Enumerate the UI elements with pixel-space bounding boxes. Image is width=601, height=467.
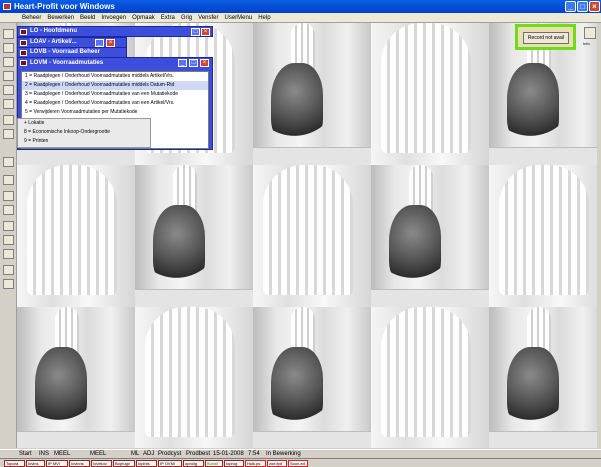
menu-opmaak[interactable]: Opmaak	[132, 15, 155, 21]
title-bar[interactable]: Heart-Profit voor Windows _ □ ×	[0, 0, 601, 13]
mdi-window-hoofdmenu[interactable]: LO - Hoofdmenu □ ×	[17, 26, 213, 37]
menu-grig[interactable]: Grig	[181, 15, 192, 21]
window-icon	[20, 40, 27, 46]
paste-icon[interactable]	[3, 249, 14, 259]
mdi-window-title: LOAV - Artikel/...	[30, 39, 77, 45]
cut-icon[interactable]	[3, 221, 14, 231]
maximize-button[interactable]: □	[189, 59, 198, 67]
image-icon[interactable]	[3, 279, 14, 289]
copy-icon[interactable]	[3, 235, 14, 245]
hoofdmenu-options: + Lokatie 8 = Economische Inkoop-Ondergr…	[17, 118, 151, 148]
task-item[interactable]: IP MVI	[46, 460, 68, 467]
maximize-button[interactable]: □	[191, 28, 200, 36]
list-icon[interactable]	[3, 115, 14, 125]
menu-extra[interactable]: Extra	[161, 15, 175, 21]
close-window-icon[interactable]	[3, 175, 14, 185]
app-icon	[3, 3, 11, 10]
close-button[interactable]: ×	[106, 39, 115, 47]
task-item[interactable]: zoe.fpd	[267, 460, 287, 467]
stop-icon[interactable]	[3, 99, 14, 109]
task-item[interactable]: Soon.ed	[288, 460, 308, 467]
window-title: Heart-Profit voor Windows	[14, 2, 115, 11]
menu-beheer[interactable]: Beheer	[22, 15, 41, 21]
mdi-window-title: LOVB - Voorraad Beheer	[30, 49, 100, 55]
application-window: Heart-Profit voor Windows _ □ × Beheer B…	[0, 0, 601, 467]
option-3[interactable]: 3 = Raadplegen / Onderhoud Voorraadmutat…	[22, 90, 208, 99]
option-2[interactable]: 2 = Raadplegen / Onderhoud Voorraadmutat…	[22, 81, 208, 90]
grid-icon[interactable]	[3, 205, 14, 215]
menu-vensfer[interactable]: Vensfer	[198, 15, 218, 21]
record-not-avail-button[interactable]: Record not avail	[523, 32, 569, 44]
mdi-window-title: LO - Hoofdmenu	[30, 28, 77, 34]
task-item[interactable]: IP OVMI	[158, 460, 182, 467]
info-icon[interactable]	[584, 27, 596, 39]
tools-icon[interactable]	[3, 57, 14, 67]
close-button[interactable]: ×	[589, 1, 600, 12]
minimize-button[interactable]: _	[178, 59, 187, 67]
menu-usermenu[interactable]: UserMenu	[225, 15, 253, 21]
option-9[interactable]: 9 = Printen	[18, 137, 150, 146]
window-icon[interactable]	[3, 157, 14, 167]
status-bar: Start INS MEEL MEEL ML ADJ Prodcyst Prod…	[0, 449, 601, 458]
task-item[interactable]: Topora	[4, 460, 25, 467]
calculator-icon[interactable]	[3, 71, 14, 81]
option-8[interactable]: 8 = Economische Inkoop-Ondergrootte	[18, 128, 150, 137]
help-icon[interactable]	[3, 43, 14, 53]
option-lokatie[interactable]: + Lokatie	[18, 119, 150, 128]
option-4[interactable]: 4 = Raadplegen / Onderhoud Voorraadmutat…	[22, 99, 208, 108]
form-icon[interactable]	[3, 265, 14, 275]
record-popup: Record not avail	[515, 24, 576, 50]
task-item[interactable]: Iovekov	[91, 460, 112, 467]
task-item[interactable]: Hulk.ps	[245, 460, 266, 467]
task-item[interactable]: Buriall	[205, 460, 223, 467]
left-toolbar	[0, 23, 17, 448]
window-title: LOVM - Voorraadmutaties	[30, 60, 104, 66]
task-item[interactable]: Iopinis	[136, 460, 157, 467]
task-item[interactable]: Boprugv	[113, 460, 135, 467]
task-item[interactable]: Ioprog	[224, 460, 244, 467]
menu-bar: Beheer Bewerken Beeld Invoegen Opmaak Ex…	[0, 13, 601, 23]
minimize-button[interactable]: _	[565, 1, 576, 12]
window-icon	[20, 60, 27, 66]
menu-help[interactable]: Help	[258, 15, 270, 21]
option-1[interactable]: 1 = Raadplegen / Onderhoud Voorraadmutat…	[22, 72, 208, 81]
task-item[interactable]: Iovins	[26, 460, 45, 467]
taskbar: Topora Iovins IP MVI Iovinns Iovekov Bop…	[0, 458, 601, 467]
window-icon	[20, 50, 27, 56]
task-item[interactable]: opruilg	[183, 460, 204, 467]
option-5[interactable]: 5 = Verwijderen Voorraadmutaties per Mut…	[22, 108, 208, 117]
menu-bewerken[interactable]: Bewerken	[47, 15, 74, 21]
window-icon	[20, 29, 27, 35]
table-icon[interactable]	[3, 191, 14, 201]
task-item[interactable]: Iovinns	[69, 460, 90, 467]
menu-icon[interactable]	[3, 29, 14, 39]
info-label: Info	[583, 41, 590, 46]
close-button[interactable]: ×	[201, 28, 210, 36]
calendar-icon[interactable]	[3, 129, 14, 139]
minimize-button[interactable]: _	[95, 39, 104, 47]
menu-beeld[interactable]: Beeld	[80, 15, 95, 21]
close-button[interactable]: ×	[200, 59, 209, 67]
print-icon[interactable]	[3, 85, 14, 95]
menu-invoegen[interactable]: Invoegen	[101, 15, 126, 21]
maximize-button[interactable]: □	[577, 1, 588, 12]
